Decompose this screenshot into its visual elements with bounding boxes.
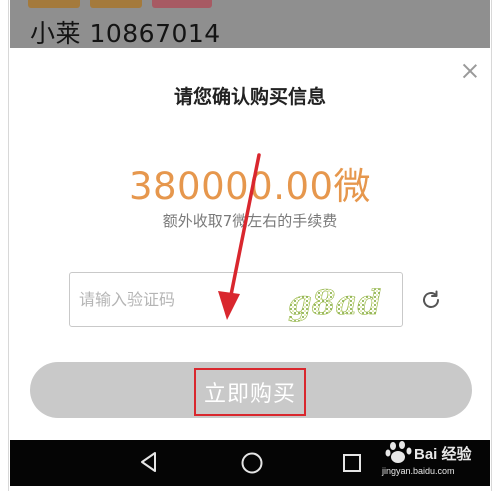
captcha-image[interactable]: g8ad xyxy=(282,276,382,324)
purchase-amount: 380000.00微 xyxy=(128,165,372,208)
background-title: 小莱 10867014 xyxy=(30,19,221,48)
svg-text:g8ad: g8ad xyxy=(288,283,381,323)
close-icon[interactable] xyxy=(460,62,480,82)
verification-code-box: g8ad xyxy=(69,272,403,327)
back-triangle-icon[interactable] xyxy=(138,451,160,473)
watermark-url: jingyan.baidu.com xyxy=(382,466,455,476)
refresh-icon[interactable] xyxy=(419,288,443,312)
watermark-brand: Bai 经验 xyxy=(414,446,472,463)
fee-note: 额外收取7微左右的手续费 xyxy=(162,212,338,230)
verification-code-input[interactable] xyxy=(70,273,270,326)
background-tab xyxy=(152,0,212,8)
background-tab xyxy=(28,0,80,8)
recent-square-icon[interactable] xyxy=(342,453,362,473)
dialog-title: 请您确认购买信息 xyxy=(173,86,326,108)
paw-logo-icon xyxy=(385,441,412,463)
baidu-jingyan-watermark: Bai 经验 jingyan.baidu.com xyxy=(380,436,490,482)
background-tabs xyxy=(28,0,218,8)
home-circle-icon[interactable] xyxy=(240,451,264,475)
background-tab xyxy=(90,0,142,8)
purchase-confirm-dialog: 请您确认购买信息 380000.00微 额外收取7微左右的手续费 g8ad 立即… xyxy=(10,48,490,440)
background-page: 小莱 10867014 xyxy=(10,0,490,48)
buy-now-label[interactable]: 立即购买 xyxy=(194,368,306,416)
